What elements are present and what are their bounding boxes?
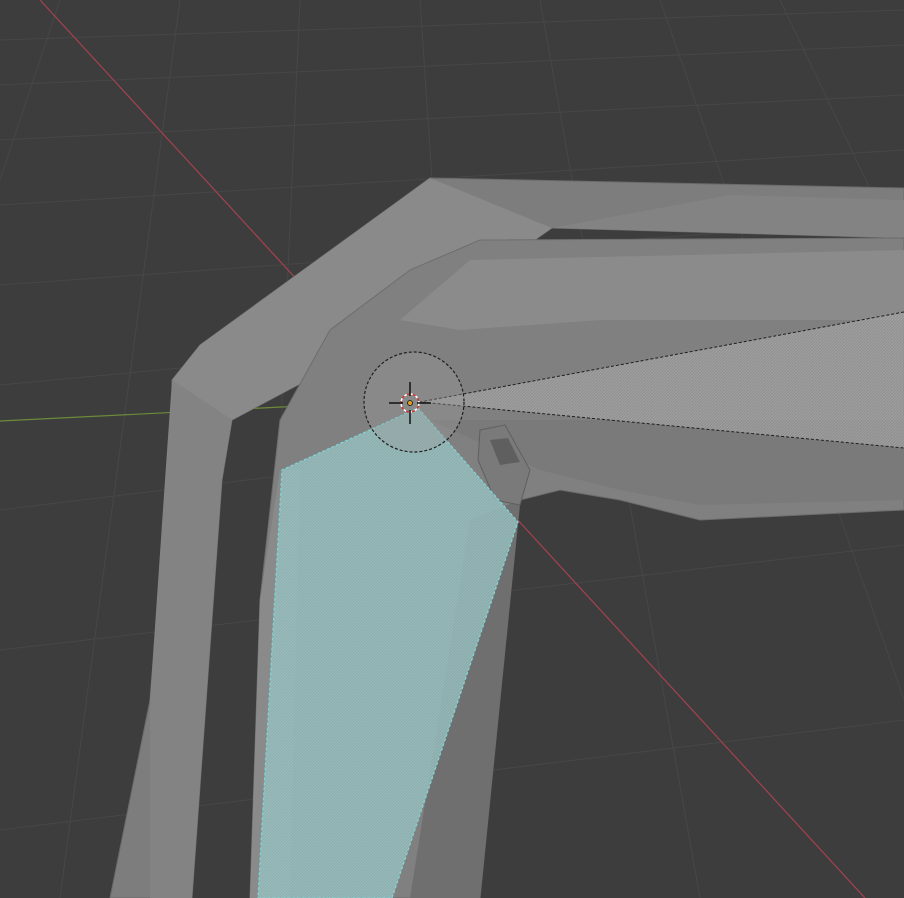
- viewport-canvas[interactable]: [0, 0, 904, 898]
- bone-joint-circle[interactable]: [363, 351, 465, 453]
- 3d-viewport[interactable]: [0, 0, 904, 898]
